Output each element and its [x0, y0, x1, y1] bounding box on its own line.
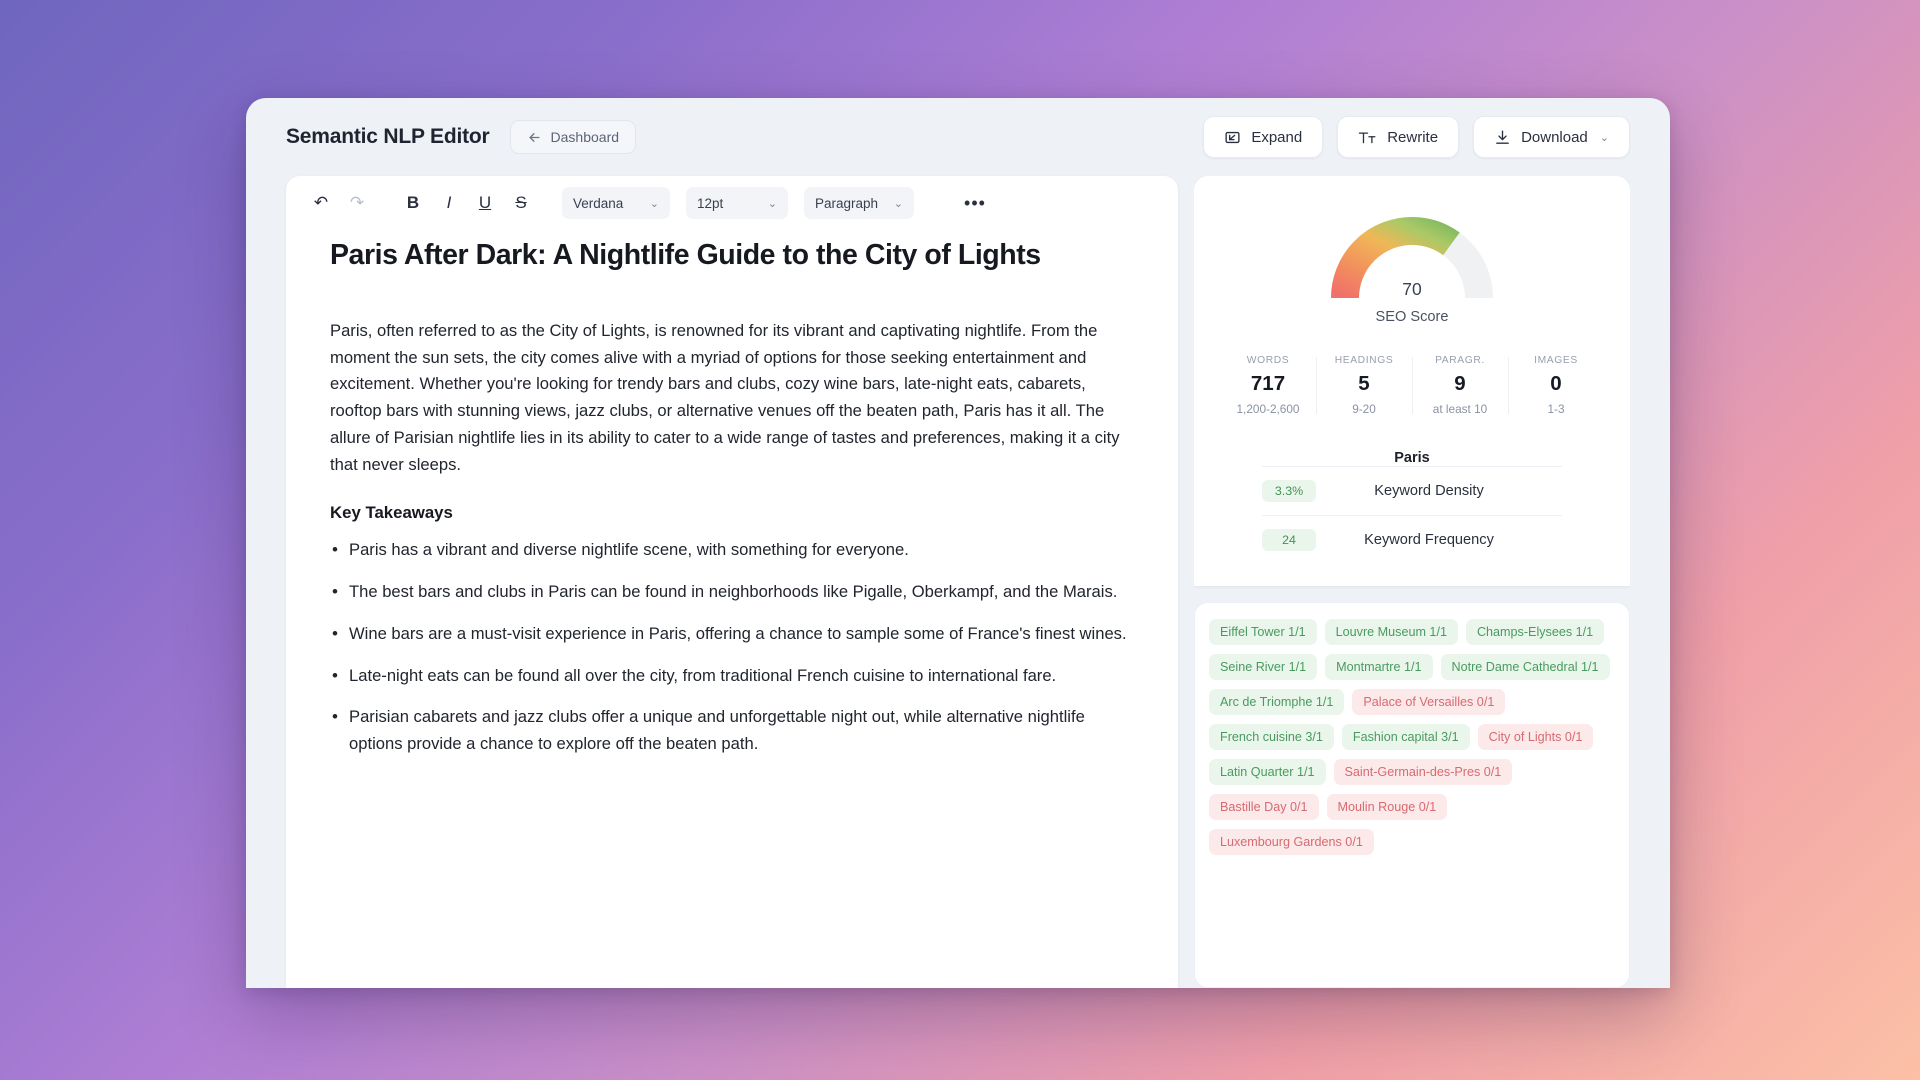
- keyword-tag[interactable]: Luxembourg Gardens 0/1: [1209, 829, 1374, 855]
- expand-button[interactable]: Expand: [1203, 116, 1324, 158]
- list-item: The best bars and clubs in Paris can be …: [330, 578, 1134, 606]
- focus-keyword-title: Paris: [1394, 450, 1430, 466]
- rewrite-button-label: Rewrite: [1387, 128, 1439, 146]
- font-size-select[interactable]: 12pt ⌄: [686, 187, 788, 219]
- strikethrough-button[interactable]: S: [506, 188, 536, 218]
- keyword-tag[interactable]: Latin Quarter 1/1: [1209, 759, 1326, 785]
- app-window: Semantic NLP Editor Dashboard Expand Rew…: [246, 98, 1670, 988]
- redo-button[interactable]: ↷: [342, 188, 372, 218]
- keyword-tag[interactable]: Montmartre 1/1: [1325, 654, 1433, 680]
- stat-label: Images: [1534, 355, 1578, 366]
- list-item: Parisian cabarets and jazz clubs offer a…: [330, 703, 1134, 758]
- keyword-tag[interactable]: Champs-Elysees 1/1: [1465, 619, 1605, 645]
- keyword-tag[interactable]: Bastille Day 0/1: [1209, 794, 1319, 820]
- document-editor[interactable]: Paris After Dark: A Nightlife Guide to t…: [286, 230, 1178, 988]
- chevron-down-icon: ⌄: [893, 197, 903, 210]
- keyword-density-row: 3.3% Keyword Density: [1262, 466, 1562, 515]
- font-size-value: 12pt: [697, 195, 724, 211]
- keyword-tag[interactable]: French cuisine 3/1: [1209, 724, 1334, 750]
- keyword-tags-card: Eiffel Tower 1/1 Louvre Museum 1/1 Champs-…: [1194, 602, 1630, 988]
- keyword-tag[interactable]: Fashion capital 3/1: [1341, 724, 1470, 750]
- stat-range: 1-3: [1547, 402, 1565, 416]
- editor-toolbar: ↶ ↷ B I U S Verdana ⌄ 12pt ⌄ Paragraph ⌄…: [286, 176, 1178, 230]
- document-subheading: Key Takeaways: [330, 502, 453, 522]
- font-family-select[interactable]: Verdana ⌄: [562, 187, 670, 219]
- keyword-tag[interactable]: City of Lights 0/1: [1477, 724, 1594, 750]
- keyword-frequency-row: 24 Keyword Frequency: [1262, 515, 1562, 564]
- list-item: Late-night eats can be found all over th…: [330, 662, 1134, 690]
- page-title: Semantic NLP Editor: [286, 125, 490, 148]
- chevron-down-icon: ⌄: [767, 197, 777, 210]
- stat-range: 9-20: [1352, 402, 1376, 416]
- stat-value: 717: [1250, 372, 1286, 395]
- more-options-button[interactable]: •••: [960, 188, 990, 218]
- italic-button[interactable]: I: [434, 188, 464, 218]
- chevron-down-icon: ⌄: [1599, 131, 1609, 144]
- status-badge: 3.3%: [1262, 480, 1316, 502]
- app-header: Semantic NLP Editor Dashboard Expand Rew…: [246, 98, 1670, 176]
- list-item: Paris has a vibrant and diverse nightlif…: [330, 536, 1134, 564]
- keyword-tag[interactable]: Palace of Versailles 0/1: [1352, 689, 1506, 715]
- keyword-metric-label: Keyword Density: [1374, 483, 1484, 499]
- stat-value: 0: [1550, 372, 1562, 395]
- chevron-down-icon: ⌄: [649, 197, 659, 210]
- download-icon: [1494, 129, 1511, 146]
- editor-card: ↶ ↷ B I U S Verdana ⌄ 12pt ⌄ Paragraph ⌄…: [286, 176, 1178, 988]
- seo-side-panel: 70 SEO Score Words 717 1,200-2,600 Headi…: [1194, 176, 1630, 988]
- keyword-tag[interactable]: Saint-Germain-des-Pres 0/1: [1333, 759, 1513, 785]
- seo-score-label: SEO Score: [1375, 309, 1449, 325]
- stat-label: Paragr.: [1435, 355, 1485, 366]
- keyword-tag[interactable]: Moulin Rouge 0/1: [1326, 794, 1448, 820]
- block-style-value: Paragraph: [815, 195, 879, 211]
- keyword-tag[interactable]: Louvre Museum 1/1: [1324, 619, 1458, 645]
- content-stats: Words 717 1,200-2,600 Headings 5 9-20 Pa…: [1220, 355, 1604, 416]
- header-actions: Expand Rewrite Download ⌄: [1203, 116, 1630, 158]
- stat-range: 1,200-2,600: [1236, 402, 1300, 416]
- stat-headings: Headings 5 9-20: [1316, 355, 1412, 416]
- keyword-tag[interactable]: Arc de Triomphe 1/1: [1209, 689, 1345, 715]
- stat-label: Headings: [1334, 355, 1394, 366]
- dashboard-button[interactable]: Dashboard: [509, 120, 637, 154]
- underline-button[interactable]: U: [470, 188, 500, 218]
- stat-range: at least 10: [1432, 402, 1488, 416]
- block-style-select[interactable]: Paragraph ⌄: [804, 187, 914, 219]
- stat-value: 5: [1358, 372, 1370, 395]
- text-tt-icon: [1358, 129, 1377, 146]
- status-badge: 24: [1262, 529, 1316, 551]
- list-item: Wine bars are a must-visit experience in…: [330, 620, 1134, 648]
- stat-words: Words 717 1,200-2,600: [1220, 355, 1316, 416]
- keyword-tag[interactable]: Eiffel Tower 1/1: [1209, 619, 1317, 645]
- rewrite-button[interactable]: Rewrite: [1337, 116, 1460, 158]
- document-paragraph: Paris, often referred to as the City of …: [330, 320, 1120, 474]
- stat-value: 9: [1454, 372, 1466, 395]
- seo-score-card: 70 SEO Score Words 717 1,200-2,600 Headi…: [1194, 176, 1630, 586]
- keyword-tag[interactable]: Notre Dame Cathedral 1/1: [1440, 654, 1610, 680]
- stat-label: Words: [1246, 355, 1290, 366]
- document-title: Paris After Dark: A Nightlife Guide to t…: [330, 239, 1041, 271]
- workspace: ↶ ↷ B I U S Verdana ⌄ 12pt ⌄ Paragraph ⌄…: [246, 176, 1670, 988]
- seo-score-value: 70: [1402, 279, 1422, 299]
- stat-images: Images 0 1-3: [1508, 355, 1604, 416]
- expand-icon: [1224, 129, 1241, 146]
- font-family-value: Verdana: [573, 195, 624, 211]
- download-button-label: Download: [1521, 128, 1588, 146]
- expand-button-label: Expand: [1251, 128, 1303, 146]
- arrow-left-icon: [527, 130, 542, 145]
- download-button[interactable]: Download ⌄: [1473, 116, 1630, 158]
- stat-paragraphs: Paragr. 9 at least 10: [1412, 355, 1508, 416]
- seo-gauge: 70: [1220, 202, 1604, 302]
- undo-button[interactable]: ↶: [306, 188, 336, 218]
- keyword-metric-label: Keyword Frequency: [1364, 532, 1494, 548]
- bold-button[interactable]: B: [398, 188, 428, 218]
- dashboard-button-label: Dashboard: [550, 129, 620, 145]
- keyword-tag[interactable]: Seine River 1/1: [1209, 654, 1318, 680]
- document-bullet-list: Paris has a vibrant and diverse nightlif…: [330, 536, 1134, 758]
- keyword-tag-list: Eiffel Tower 1/1 Louvre Museum 1/1 Champs-…: [1209, 619, 1615, 855]
